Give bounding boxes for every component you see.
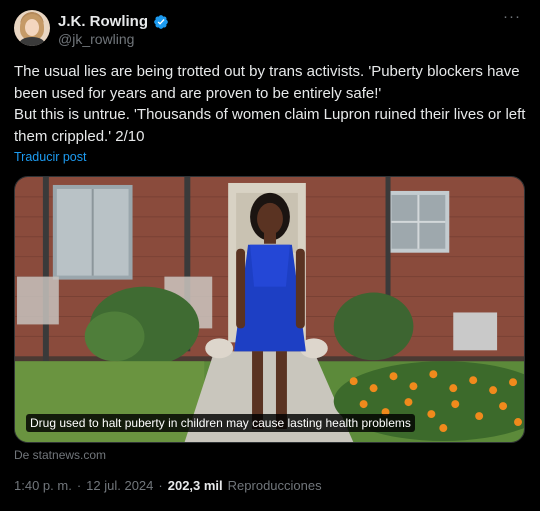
author-name[interactable]: J.K. Rowling [58, 13, 148, 30]
meta-separator-2: · [158, 478, 163, 493]
post-time[interactable]: 1:40 p. m. [14, 478, 72, 493]
author-handle[interactable]: @jk_rowling [58, 31, 134, 47]
translate-post-link[interactable]: Traducir post [14, 150, 86, 164]
views-count: 202,3 mil [167, 478, 223, 493]
post-text: The usual lies are being trotted out by … [14, 63, 526, 145]
post-metadata: 1:40 p. m. · 12 jul. 2024 · 202,3 mil Re… [14, 478, 322, 493]
post-header: J.K. Rowling @jk_rowling ··· [14, 9, 526, 50]
more-options-icon[interactable]: ··· [502, 9, 522, 28]
author-avatar[interactable] [14, 10, 50, 46]
article-headline: Drug used to halt puberty in children ma… [26, 414, 415, 432]
link-source[interactable]: De statnews.com [14, 448, 106, 462]
meta-separator: · [76, 478, 82, 493]
views-label: Reproducciones [227, 478, 322, 493]
link-card-media[interactable]: Drug used to halt puberty in children ma… [14, 176, 525, 443]
post-date[interactable]: 12 jul. 2024 [86, 478, 153, 493]
article-photo [15, 177, 524, 442]
author-name-row: J.K. Rowling [58, 13, 169, 30]
verified-badge-icon [154, 14, 168, 29]
